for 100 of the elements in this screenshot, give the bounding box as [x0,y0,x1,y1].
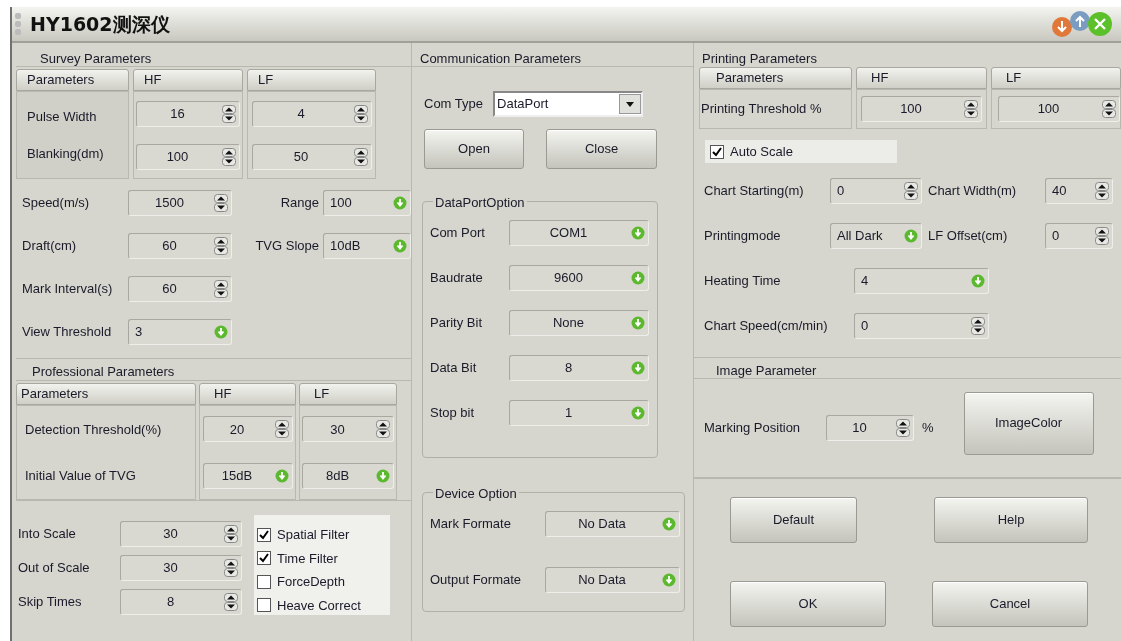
window-title: HY1602测深仪 [30,11,171,37]
spinner-arrows-icon [274,420,289,439]
dropdown-field[interactable]: 10dB [323,233,411,259]
down-arrow-icon [662,517,676,531]
dropdown-field[interactable]: 8dB [302,462,394,489]
spinner-field[interactable]: 40 [1045,178,1113,204]
down-arrow-icon [662,573,676,587]
field-label: Skip Times [18,593,83,612]
field-label: Chart Starting(m) [704,182,805,201]
field-label: Heating Time [704,272,782,291]
spinner-field[interactable]: 100 [998,96,1120,122]
field-label: Auto Scale [730,142,793,161]
field-label: Range [280,194,319,213]
dropdown-field[interactable]: No Data [545,511,680,537]
push-button[interactable]: Cancel [932,581,1088,627]
spinner-arrows-icon [353,104,368,123]
field-label: Spatial Filter [277,526,350,544]
push-button[interactable]: Close [546,129,657,169]
push-button[interactable]: ImageColor [963,391,1094,455]
spinner-field[interactable]: 0 [854,313,989,339]
spinner-field[interactable]: 60 [128,276,232,302]
spinner-field[interactable]: 0 [1045,223,1113,249]
section-header: Survey Parameters [16,43,411,67]
down-arrow-icon [393,239,407,253]
spinner-field[interactable]: 8 [120,589,242,615]
field-label: Detection Threshold(%) [25,420,163,439]
spinner-field[interactable]: 1500 [128,190,232,216]
spinner-field[interactable]: 4 [251,100,372,127]
dropdown-field[interactable]: 3 [128,319,232,345]
spinner-field[interactable]: 0 [830,178,922,204]
field-label: Draft(cm) [22,237,78,256]
dropdown-field[interactable]: 8 [509,355,649,381]
spinner-field[interactable]: 16 [136,100,240,127]
spinner-field[interactable]: 20 [202,416,293,443]
dropdown-field[interactable]: DataPort [493,91,643,117]
dropdown-field[interactable]: COM1 [509,220,649,246]
field-label: Chart Width(m) [928,182,1017,201]
spinner-arrows-icon [1102,100,1116,118]
section-header: Printing Parameters [701,50,818,67]
field-label: Marking Position [704,419,802,438]
spinner-arrows-icon [904,182,918,200]
spinner-arrows-icon [224,559,238,577]
down-arrow-icon [631,271,645,285]
checkbox[interactable] [710,144,724,159]
dropdown-field[interactable]: 100 [323,190,411,216]
checkbox[interactable] [257,574,271,589]
field-label: Mark Interval(s) [22,280,114,299]
section-header: Communication Parameters [412,43,693,67]
spinner-field[interactable]: 30 [120,521,242,547]
push-button[interactable]: Help [934,497,1088,543]
dropdown-field[interactable]: 4 [854,268,989,294]
column-header: Parameters [16,69,129,91]
field-label: % [922,419,934,438]
dropdown-field[interactable]: No Data [545,567,680,593]
field-label: Pulse Width [27,107,98,126]
checkbox[interactable] [257,598,271,613]
field-label: Printingmode [704,227,782,246]
field-label: Data Bit [429,359,478,378]
spinner-arrows-icon [214,237,228,255]
spinner-arrows-icon [214,280,228,298]
spinner-arrows-icon [376,420,390,439]
push-button[interactable]: OK [730,581,886,627]
field-label: Out of Scale [18,559,91,578]
check-icon [259,553,269,564]
field-label: Chart Speed(cm/min) [704,317,829,336]
down-arrow-icon [631,406,645,420]
dropdown-field[interactable]: 9600 [509,265,649,291]
spinner-arrows-icon [1095,182,1109,200]
field-label: TVG Slope [255,237,319,256]
spinner-field[interactable]: 50 [251,143,372,170]
dropdown-field[interactable]: None [509,310,649,336]
spinner-arrows-icon [222,104,236,123]
column-header: LF [299,383,397,405]
spinner-field[interactable]: 10 [826,415,914,441]
field-label: View Threshold [22,323,113,342]
field-label: Initial Value of TVG [25,467,137,485]
spinner-arrows-icon [1095,227,1109,245]
dropdown-field[interactable]: All Dark [830,223,922,249]
column-header: LF [247,69,376,91]
column-header: HF [133,69,243,91]
spinner-field[interactable]: 100 [136,143,240,170]
section-header: Image Parameter [694,357,1121,379]
push-button[interactable]: Default [730,497,857,543]
check-icon [259,529,269,540]
spinner-field[interactable]: 30 [120,555,242,581]
spinner-arrows-icon [971,317,985,335]
spinner-field[interactable]: 60 [128,233,232,259]
dropdown-field[interactable]: 15dB [202,462,293,489]
checkbox[interactable] [257,527,271,542]
column-header: HF [199,383,296,405]
checkbox[interactable] [257,551,271,566]
column-header: Parameters [16,383,196,405]
dropdown-field[interactable]: 1 [509,400,649,426]
spinner-field[interactable]: 30 [302,416,394,443]
spinner-field[interactable]: 100 [861,96,982,122]
field-label: Heave Correct [277,596,361,615]
down-arrow-icon [214,325,228,339]
down-arrow-icon [971,274,985,288]
field-label: Printing Threshold % [700,100,822,119]
push-button[interactable]: Open [424,129,524,169]
